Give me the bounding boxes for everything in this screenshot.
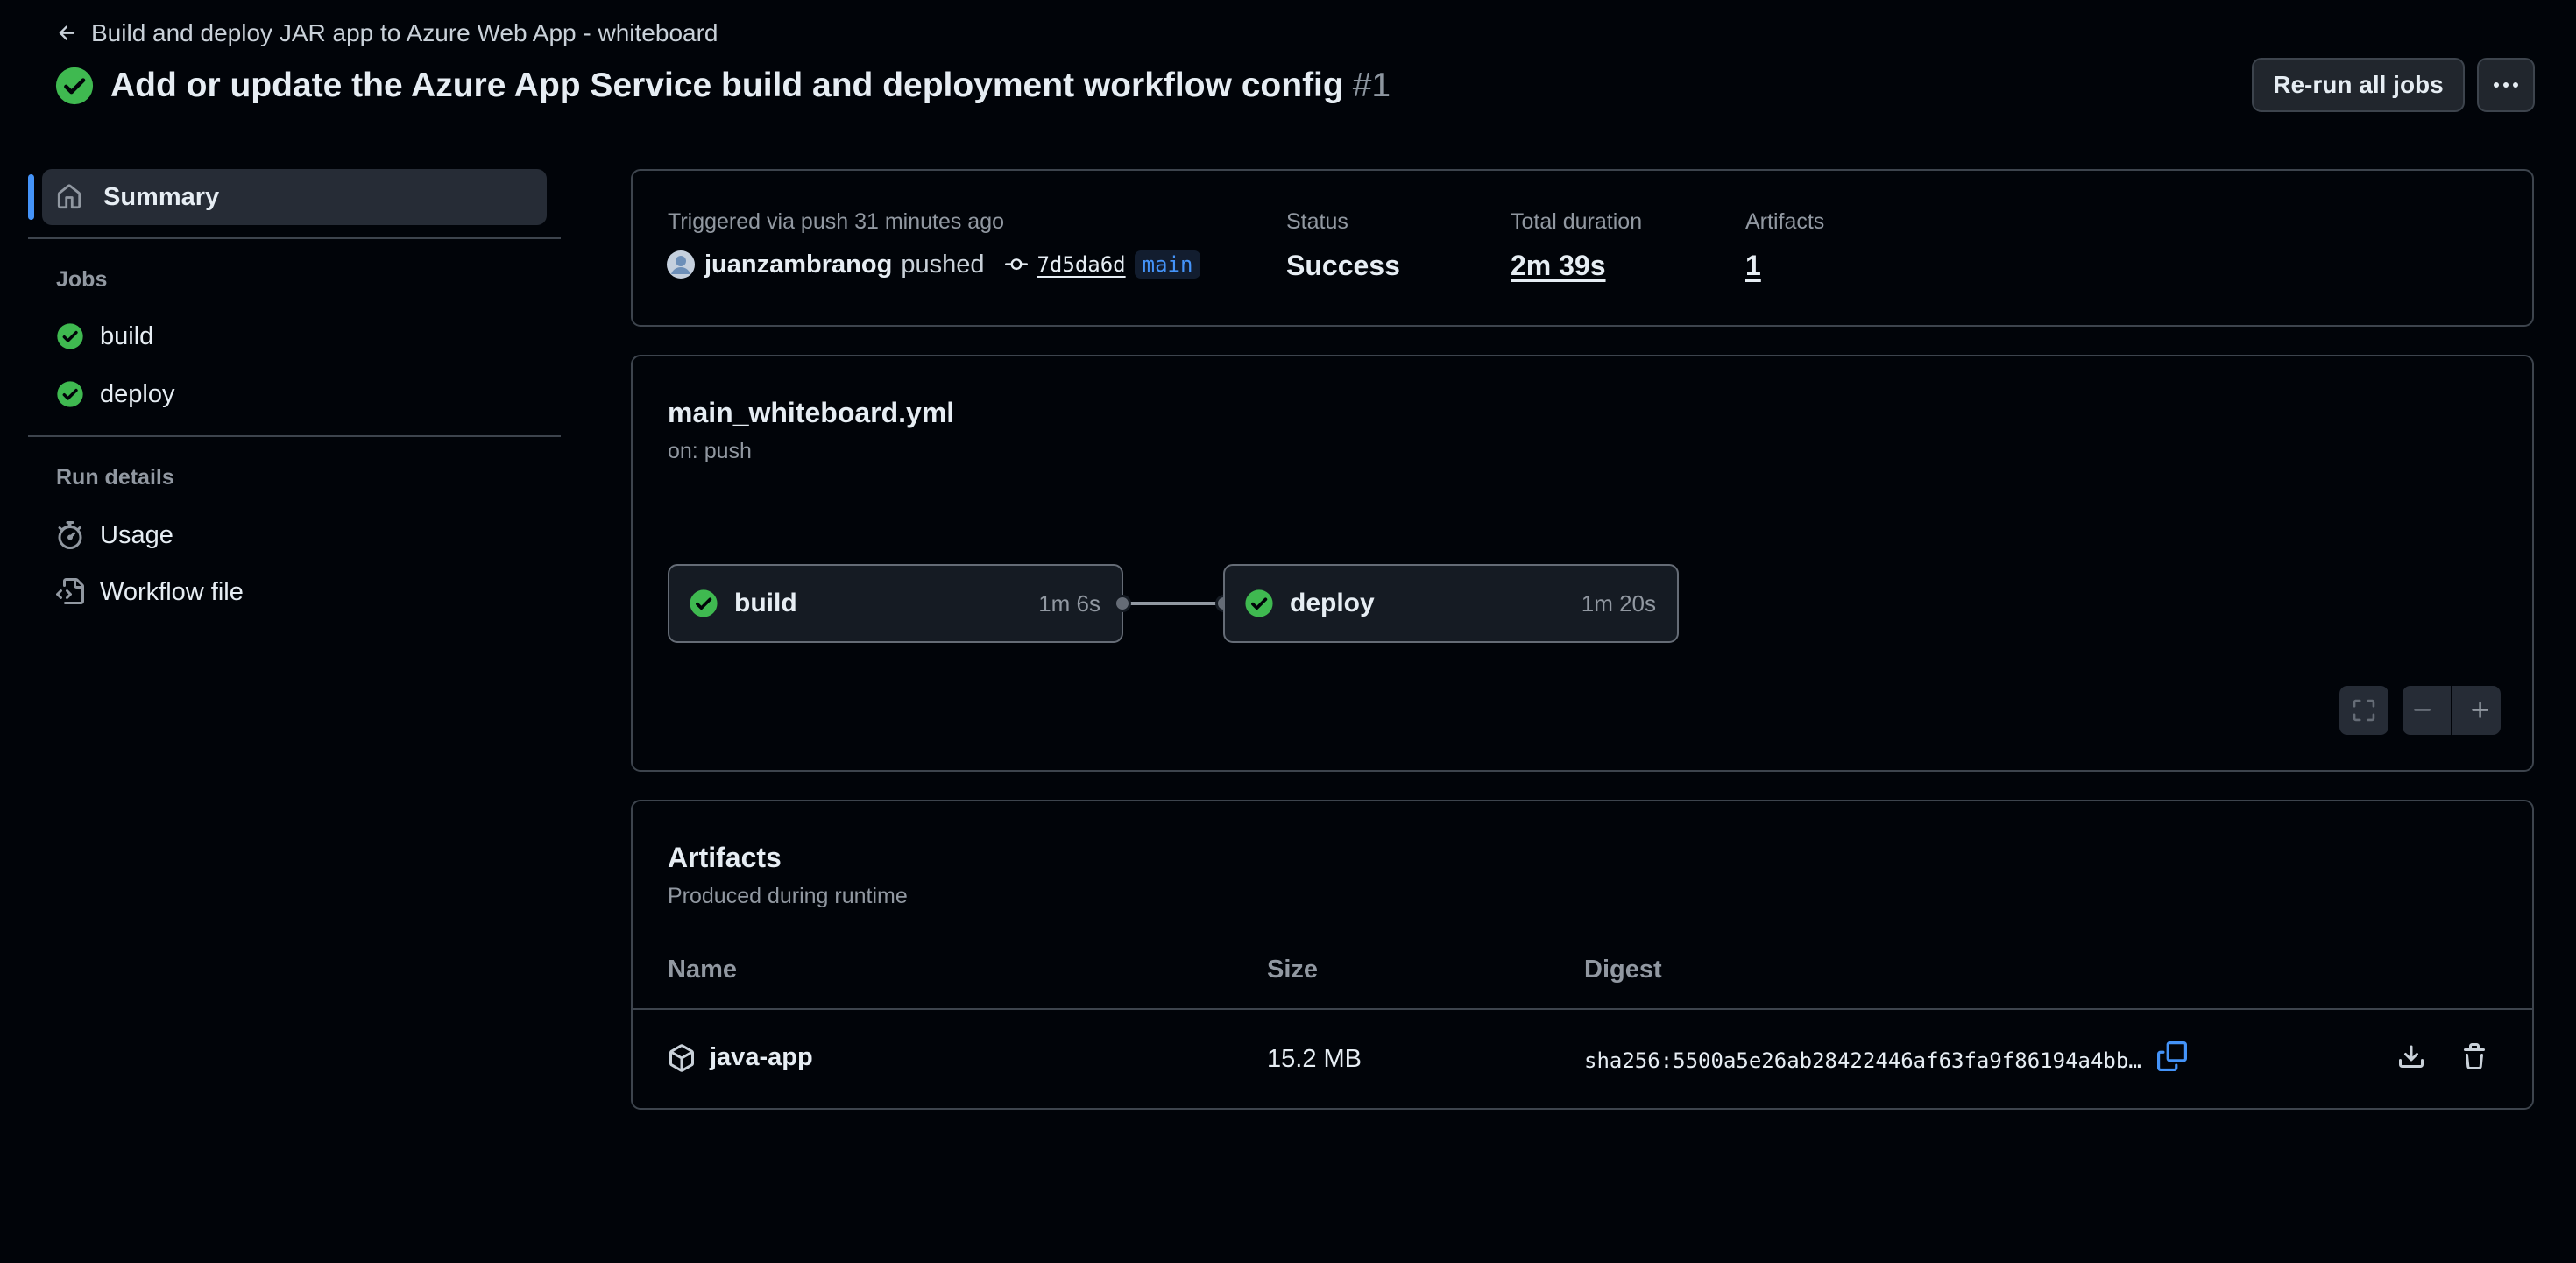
rerun-all-jobs-button[interactable]: Re-run all jobs xyxy=(2252,58,2465,112)
job-node-deploy[interactable]: deploy 1m 20s xyxy=(1223,564,1679,643)
artifacts-count-label: Artifacts xyxy=(1745,209,1825,234)
status-label: Status xyxy=(1286,209,1348,234)
commit-link[interactable]: 7d5da6d xyxy=(1037,252,1125,277)
run-info-card: Triggered via push 31 minutes ago juanza… xyxy=(631,169,2534,327)
sidebar-divider xyxy=(28,237,561,239)
check-circle-icon xyxy=(689,589,718,618)
copy-icon xyxy=(2157,1041,2187,1071)
duration-link[interactable]: 2m 39s xyxy=(1511,250,1606,282)
push-details: juanzambranog pushed 7d5da6d main xyxy=(666,248,1201,281)
sidebar-item-deploy[interactable]: deploy xyxy=(56,375,174,413)
artifact-name-link[interactable]: java-app xyxy=(710,1043,813,1072)
job-node-name: build xyxy=(734,589,797,617)
branch-badge[interactable]: main xyxy=(1134,250,1201,279)
sidebar-item-summary-label: Summary xyxy=(103,182,220,211)
duration-label: Total duration xyxy=(1511,209,1643,234)
check-circle-icon xyxy=(1244,589,1274,618)
dash-icon xyxy=(2411,699,2434,722)
check-circle-icon xyxy=(56,322,84,350)
column-header-digest: Digest xyxy=(1584,956,1662,984)
jobs-heading: Jobs xyxy=(56,267,108,292)
sidebar-item-label: build xyxy=(100,321,154,350)
status-value: Success xyxy=(1286,250,1400,281)
push-action: pushed xyxy=(901,250,985,279)
copy-digest-button[interactable] xyxy=(2157,1041,2187,1071)
artifacts-count-link[interactable]: 1 xyxy=(1745,250,1761,282)
sidebar-item-summary[interactable]: Summary xyxy=(42,169,547,225)
zoom-controls xyxy=(2403,686,2501,735)
active-indicator xyxy=(28,174,34,220)
arrow-left-icon xyxy=(56,22,79,45)
artifact-digest: sha256:5500a5e26ab28422446af63fa9f86194a… xyxy=(1584,1048,2141,1073)
run-details-heading: Run details xyxy=(56,465,174,490)
output-port xyxy=(1114,595,1131,612)
trash-icon xyxy=(2460,1043,2488,1071)
more-options-button[interactable] xyxy=(2477,58,2535,112)
sidebar-item-workflow-file[interactable]: Workflow file xyxy=(56,573,244,611)
job-node-name: deploy xyxy=(1290,589,1375,617)
job-node-duration: 1m 20s xyxy=(1581,589,1656,617)
actor-name[interactable]: juanzambranog xyxy=(704,250,892,279)
job-node-duration: 1m 6s xyxy=(1038,589,1100,617)
back-link[interactable]: Build and deploy JAR app to Azure Web Ap… xyxy=(56,18,718,49)
kebab-horizontal-icon xyxy=(2493,81,2519,88)
check-circle-icon xyxy=(56,380,84,408)
delete-artifact-button[interactable] xyxy=(2460,1043,2488,1071)
zoom-divider xyxy=(2450,686,2452,735)
sidebar-item-build[interactable]: build xyxy=(56,317,153,356)
table-row: java-app 15.2 MB sha256:5500a5e26ab28422… xyxy=(633,1010,2532,1108)
trigger-text: Triggered via push 31 minutes ago xyxy=(668,209,1005,234)
column-header-name: Name xyxy=(668,956,737,984)
artifacts-subtitle: Produced during runtime xyxy=(668,884,908,908)
zoom-in-button[interactable] xyxy=(2469,699,2492,722)
file-code-icon xyxy=(56,578,84,606)
download-icon xyxy=(2397,1043,2425,1071)
check-circle-icon xyxy=(54,66,95,106)
sidebar-item-label: Usage xyxy=(100,520,173,549)
fullscreen-button[interactable] xyxy=(2339,686,2388,735)
artifact-size: 15.2 MB xyxy=(1267,1045,1362,1073)
avatar[interactable] xyxy=(666,250,696,279)
download-artifact-button[interactable] xyxy=(2397,1043,2425,1071)
zoom-out-button[interactable] xyxy=(2411,699,2434,722)
artifacts-title: Artifacts xyxy=(668,842,782,873)
fullscreen-icon xyxy=(2352,698,2376,723)
sidebar-divider xyxy=(28,435,561,437)
sidebar-item-label: Workflow file xyxy=(100,577,244,606)
sidebar-item-label: deploy xyxy=(100,379,175,408)
job-connector xyxy=(1123,602,1223,605)
run-number: #1 xyxy=(1352,67,1391,104)
home-icon xyxy=(56,184,82,210)
workflow-trigger: on: push xyxy=(668,439,752,463)
page-title: Add or update the Azure App Service buil… xyxy=(54,61,1391,110)
workflow-filename[interactable]: main_whiteboard.yml xyxy=(668,397,954,429)
column-header-size: Size xyxy=(1267,956,1319,984)
artifacts-card: Artifacts Produced during runtime Name S… xyxy=(631,800,2534,1110)
git-commit-icon xyxy=(1005,253,1029,276)
workflow-graph-card: main_whiteboard.yml on: push build 1m 6s… xyxy=(631,355,2534,772)
artifact-name-cell: java-app xyxy=(668,1043,813,1072)
plus-icon xyxy=(2469,699,2492,722)
job-node-build[interactable]: build 1m 6s xyxy=(668,564,1123,643)
sidebar-item-usage[interactable]: Usage xyxy=(56,516,173,554)
page-title-text: Add or update the Azure App Service buil… xyxy=(110,67,1344,104)
package-icon xyxy=(668,1043,696,1072)
back-link-label: Build and deploy JAR app to Azure Web Ap… xyxy=(91,19,718,46)
stopwatch-icon xyxy=(56,521,84,549)
